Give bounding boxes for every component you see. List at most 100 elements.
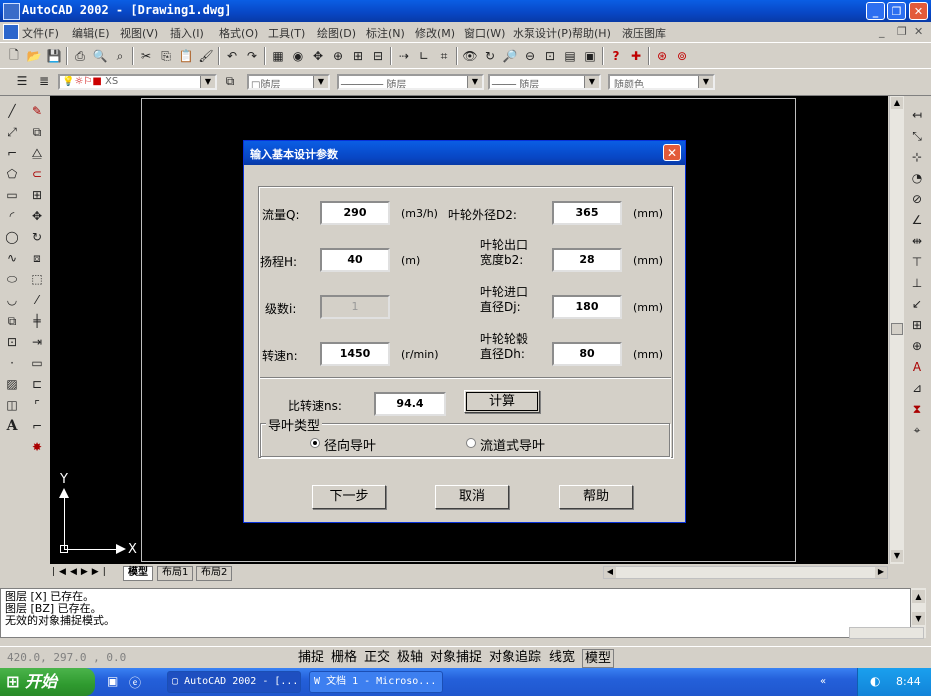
menu-file[interactable]: 文件(F) [22,25,59,41]
osnap-toggle[interactable]: 对象捕捉 [430,649,482,666]
zoom-realtime-icon[interactable]: ⊕ [330,48,346,64]
command-window[interactable]: 图层 [X] 已存在。 图层 [BZ] 已存在。 无效的对象捕捉模式。 [0,588,911,638]
flow-input[interactable]: 290 [320,201,390,225]
help-button[interactable]: 帮助 [559,485,633,509]
dim-update-icon[interactable]: ⧗ [908,400,926,418]
trim-icon[interactable]: ╪ [28,312,46,330]
cancel-button[interactable]: 取消 [435,485,509,509]
menu-dimension[interactable]: 标注(N) [366,25,405,41]
task-word[interactable]: W 文档 1 - Microso... [309,671,443,693]
point-icon[interactable]: · [3,354,21,372]
undo-icon[interactable]: ↶ [224,48,240,64]
quick-dim-icon[interactable]: ⇹ [908,232,926,250]
menu-help[interactable]: 帮助(H) [572,25,611,41]
rotate-icon[interactable]: ↻ [28,228,46,246]
continue-dim-icon[interactable]: ⊥ [908,274,926,292]
close-button[interactable]: ✕ [909,2,928,20]
model-toggle[interactable]: 模型 [582,649,615,668]
cut-icon[interactable]: ✂ [138,48,154,64]
lineweight-toggle[interactable]: 线宽 [549,649,575,666]
dialog-title-bar[interactable]: 输入基本设计参数 ✕ [244,141,685,165]
hatch-icon[interactable]: ▨ [3,375,21,393]
window-title-bar[interactable]: AutoCAD 2002 - [Drawing1.dwg] _ ❐ ✕ [0,0,931,22]
help-icon[interactable]: ? [608,48,624,64]
radius-dim-icon[interactable]: ◔ [908,169,926,187]
rectangle-icon[interactable]: ▭ [3,186,21,204]
otrack-toggle[interactable]: 对象追踪 [489,649,541,666]
snap-from-icon[interactable]: ⇢ [396,48,412,64]
scale-icon[interactable]: ⧈ [28,249,46,267]
web-icon[interactable]: ◉ [290,48,306,64]
mirror-icon[interactable]: ⧋ [28,144,46,162]
dim-style-icon[interactable]: ⌖ [908,421,926,439]
distance-icon[interactable]: ⌗ [436,48,452,64]
channel-guide-radio[interactable] [466,438,476,448]
dim-text-edit-icon[interactable]: ⊿ [908,379,926,397]
impeller-tool-icon[interactable]: ⊚ [674,48,690,64]
match-properties-icon[interactable]: 🖌 [198,48,214,64]
doc-restore-button[interactable]: ❐ [897,25,907,38]
stretch-icon[interactable]: ⬚ [28,270,46,288]
quicklaunch-desktop-icon[interactable]: ▣ [107,674,118,688]
save-icon[interactable]: 💾 [46,48,62,64]
chamfer-icon[interactable]: ⌜ [28,396,46,414]
lengthen-icon[interactable]: ⁄ [28,291,46,309]
pump-tool-icon[interactable]: ⊛ [654,48,670,64]
color-combo[interactable]: □随层 ▼ [247,74,330,90]
speed-input[interactable]: 1450 [320,342,390,366]
redo-icon[interactable]: ↷ [244,48,260,64]
d2-input[interactable]: 365 [552,201,622,225]
fillet-icon[interactable]: ⌐ [28,417,46,435]
radial-guide-radio[interactable] [310,438,320,448]
menu-draw[interactable]: 绘图(D) [317,25,356,41]
task-autocad[interactable]: ▢ AutoCAD 2002 - [... [167,671,301,693]
make-block-icon[interactable]: ⊡ [3,333,21,351]
polygon-icon[interactable]: ⬠ [3,165,21,183]
angular-dim-icon[interactable]: ∠ [908,211,926,229]
zoom-previous-icon[interactable]: ⊟ [370,48,386,64]
open-icon[interactable]: 📂 [26,48,42,64]
calculate-button[interactable]: 计算 [464,390,540,413]
erase-icon[interactable]: ✎ [28,102,46,120]
aligned-dim-icon[interactable]: ⤡ [908,127,926,145]
restore-button[interactable]: ❐ [887,2,906,20]
paste-icon[interactable]: 📋 [178,48,194,64]
menu-insert[interactable]: 插入(I) [170,25,204,41]
diameter-dim-icon[interactable]: ⊘ [908,190,926,208]
arc-icon[interactable]: ◜ [3,207,21,225]
tray-expand-icon[interactable]: « [820,676,826,687]
menu-pump-design[interactable]: 水泵设计(P) [513,25,572,41]
cmd-scroll-down[interactable]: ▼ [912,612,925,625]
move-icon[interactable]: ✥ [28,207,46,225]
spline-icon[interactable]: ∿ [3,249,21,267]
break-at-point-icon[interactable]: ⊏ [28,375,46,393]
vertical-scroll-thumb[interactable] [891,323,903,335]
break-icon[interactable]: ▭ [28,354,46,372]
region-icon[interactable]: ◫ [3,396,21,414]
dim-edit-icon[interactable]: A [908,358,926,376]
zoom-out-icon[interactable]: ⊖ [522,48,538,64]
make-current-icon[interactable]: ⧉ [222,73,238,89]
3d-orbit-icon[interactable]: ↻ [482,48,498,64]
dj-input[interactable]: 180 [552,295,622,319]
line-icon[interactable]: ╱ [3,102,21,120]
plotstyle-combo[interactable]: 随颜色 ▼ [608,74,715,90]
pan-icon[interactable]: ✥ [310,48,326,64]
menu-view[interactable]: 视图(V) [120,25,158,41]
ellipse-icon[interactable]: ⬭ [3,270,21,288]
start-button[interactable]: ⊞ 开始 [0,668,95,696]
named-views-icon[interactable]: 👁 [462,48,478,64]
menu-edit[interactable]: 编辑(E) [72,25,110,41]
print-icon[interactable]: ⎙ [72,48,88,64]
document-icon[interactable] [3,24,19,40]
doc-minimize-button[interactable]: _ [879,25,885,38]
zoom-window-icon[interactable]: ⊞ [350,48,366,64]
design-center-icon[interactable]: ▣ [582,48,598,64]
text-icon[interactable]: A [3,417,21,435]
find-icon[interactable]: ⌕ [112,48,128,64]
tab-layout1[interactable]: 布局1 [157,566,194,581]
command-hscrollbar[interactable] [849,627,924,639]
explode-icon[interactable]: ✸ [28,438,46,456]
tab-layout2[interactable]: 布局2 [196,566,233,581]
volume-icon[interactable]: ◐ [870,674,880,688]
